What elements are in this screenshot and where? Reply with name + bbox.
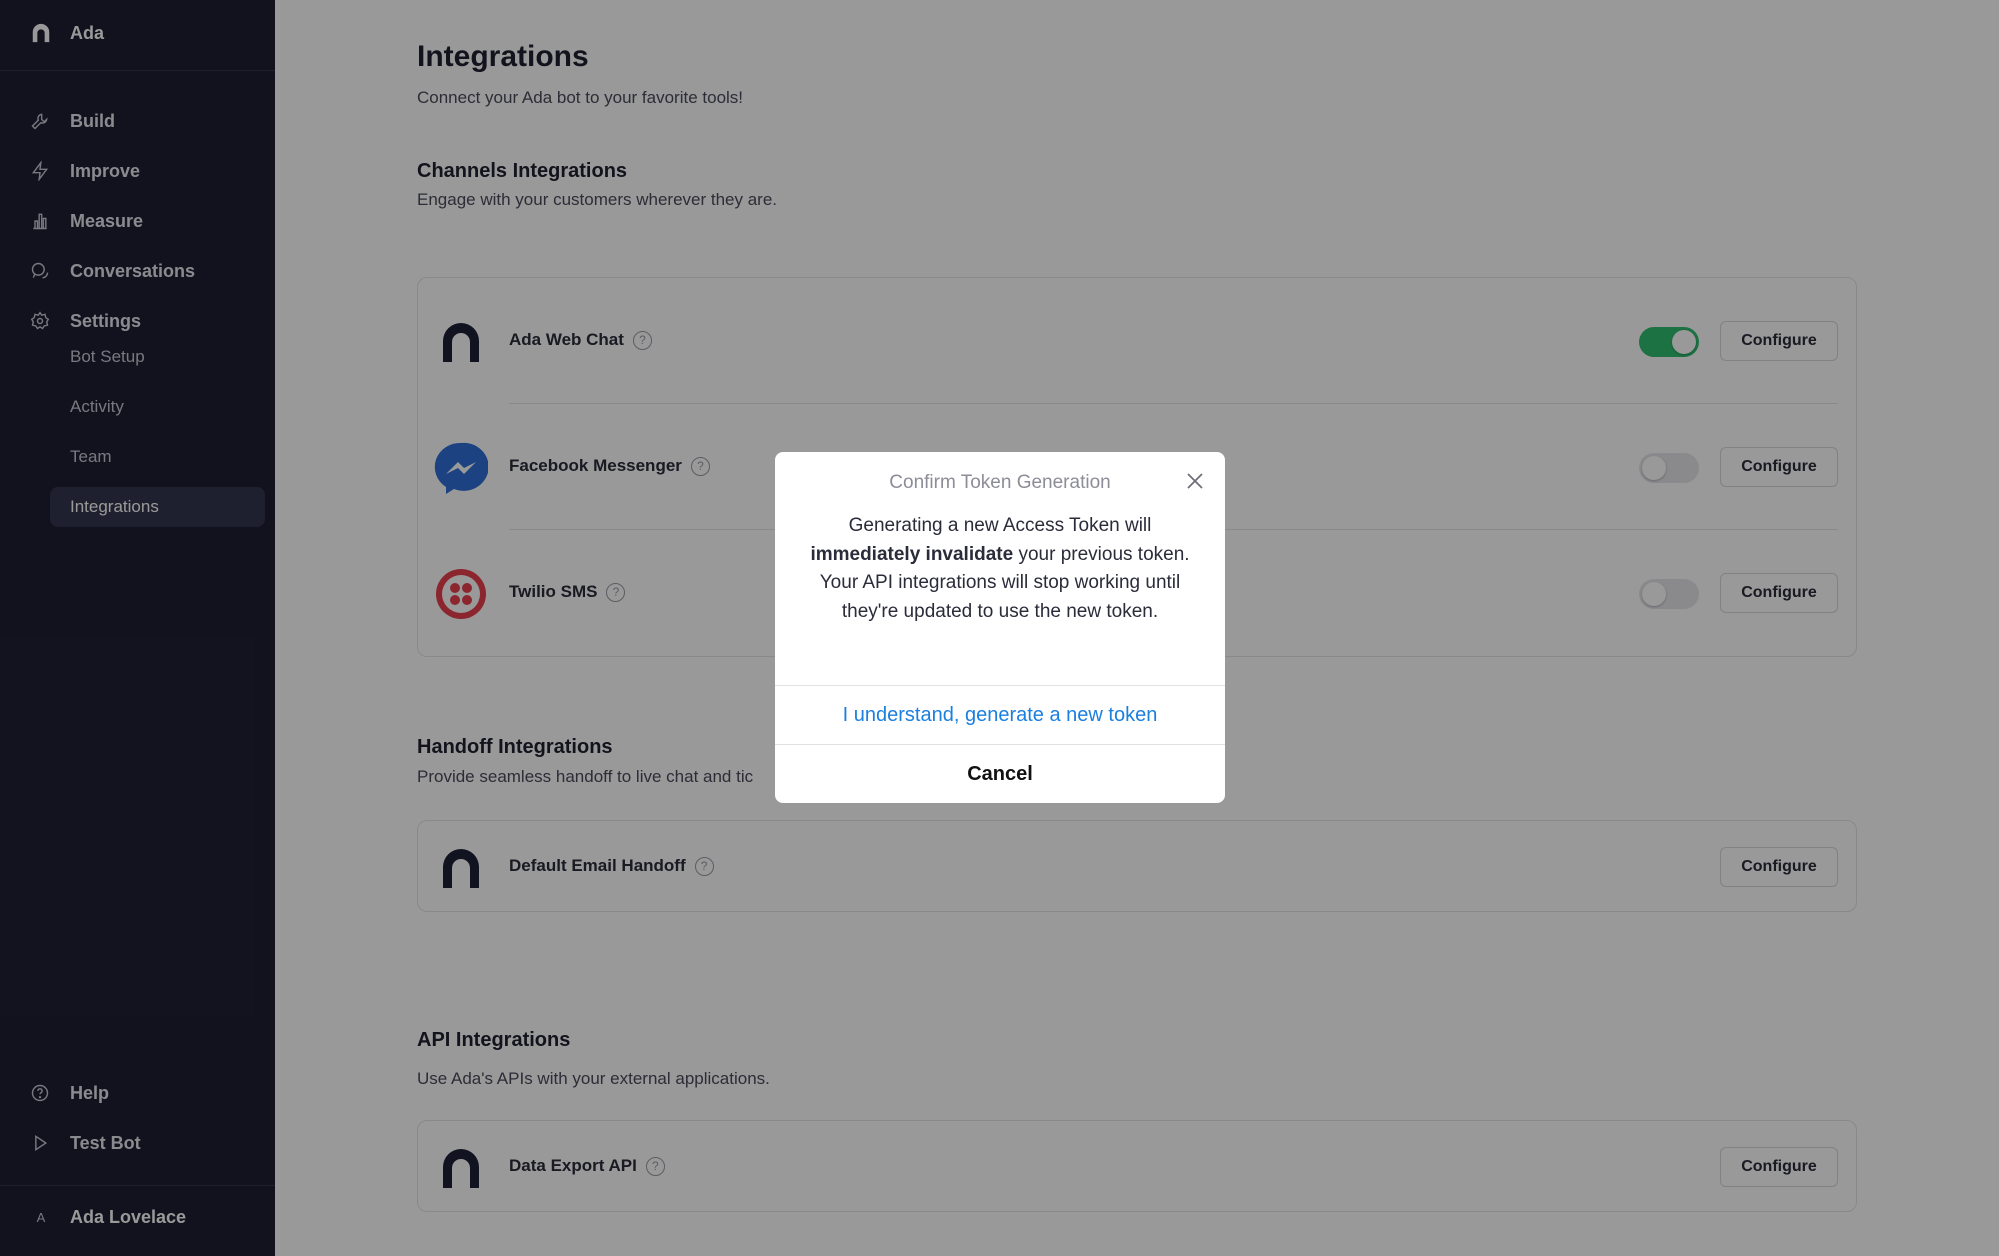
cancel-button[interactable]: Cancel (775, 745, 1225, 803)
close-icon[interactable] (1185, 471, 1205, 491)
dialog-title: Confirm Token Generation (889, 472, 1111, 493)
generate-token-button[interactable]: I understand, generate a new token (775, 686, 1225, 744)
dialog-message-part: Generating a new Access Token will (848, 515, 1152, 536)
dialog-message-emphasis: immediately invalidate (810, 543, 1014, 565)
confirm-token-dialog: Confirm Token Generation Generating a ne… (775, 452, 1225, 803)
dialog-message: Generating a new Access Token will immed… (810, 512, 1190, 626)
